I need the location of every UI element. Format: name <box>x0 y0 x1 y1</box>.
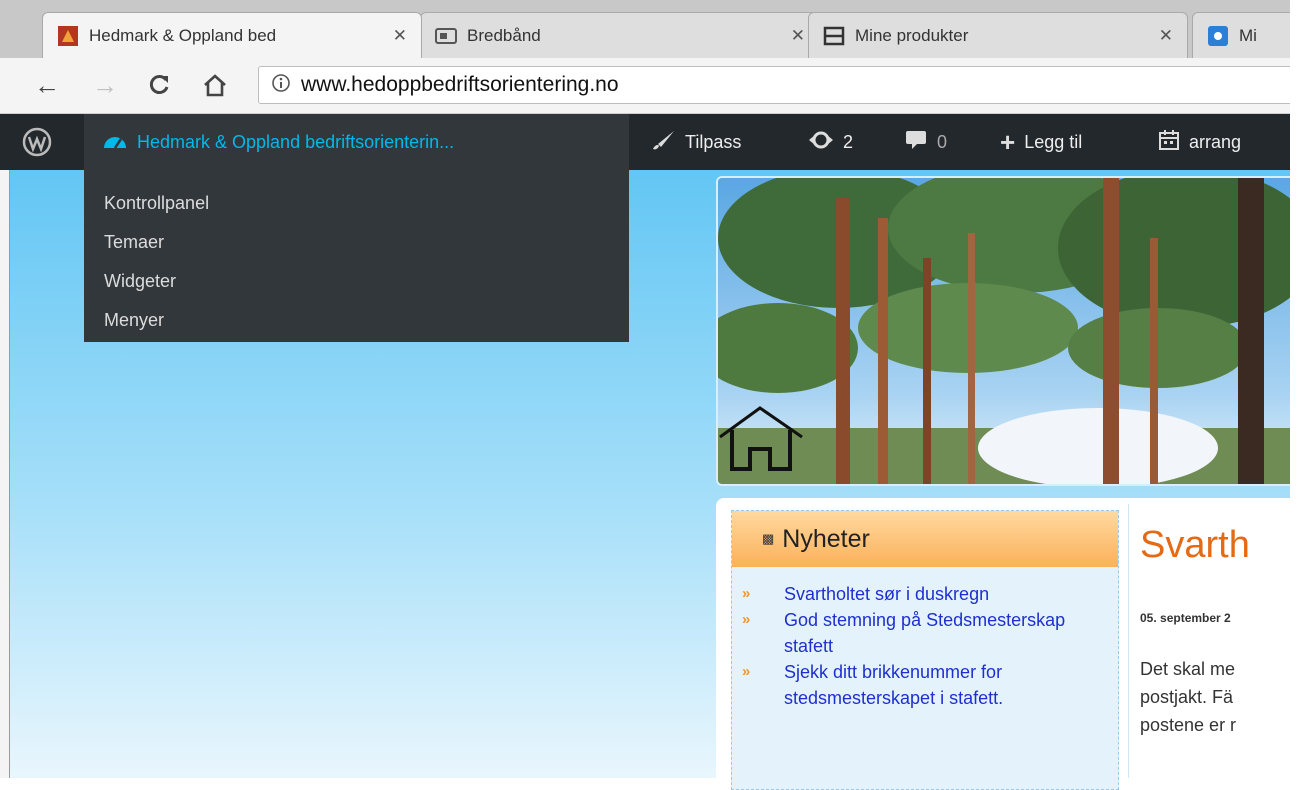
menu-item-widgeter[interactable]: Widgeter <box>84 262 629 301</box>
article-line: postjakt. Fä <box>1140 687 1234 707</box>
menu-item-temaer[interactable]: Temaer <box>84 223 629 262</box>
tab-mi[interactable]: Mi <box>1192 12 1300 58</box>
news-item[interactable]: » God stemning på Stedsmesterskap stafett <box>740 607 1110 659</box>
forward-arrow-icon[interactable]: → <box>88 68 122 102</box>
address-bar[interactable]: www.hedoppbedriftsorientering.no <box>258 66 1300 104</box>
news-header: ▩ Nyheter <box>732 511 1118 567</box>
reload-icon[interactable] <box>142 68 176 102</box>
wordpress-logo-icon[interactable] <box>22 114 52 170</box>
tab-label: Bredbånd <box>467 25 541 45</box>
arrow-bullet-icon: » <box>742 585 751 602</box>
news-link[interactable]: God stemning på Stedsmesterskap stafett <box>784 610 1065 656</box>
news-link[interactable]: Svartholtet sør i duskregn <box>784 584 989 604</box>
news-widget: ▩ Nyheter » Svartholtet sør i duskregn » G… <box>731 510 1119 790</box>
arrow-bullet-icon: » <box>742 611 751 628</box>
window-edge <box>0 170 10 778</box>
browser-toolbar: ← → www.hedoppbedriftsorientering.no <box>0 58 1300 114</box>
close-tab-icon[interactable]: ✕ <box>1159 26 1173 46</box>
site-dropdown-menu: Kontrollpanel Temaer Widgeter Menyer <box>84 170 629 342</box>
dashboard-gauge-icon <box>102 130 128 155</box>
router-icon <box>435 25 457 47</box>
close-tab-icon[interactable]: ✕ <box>393 26 407 46</box>
url-text: www.hedoppbedriftsorientering.no <box>301 73 619 96</box>
tab-label: Hedmark & Oppland bed <box>89 25 277 45</box>
news-heading: Nyheter <box>782 524 870 553</box>
wp-admin-bar: Hedmark & Oppland bedriftsorienterin... … <box>0 114 1300 170</box>
menu-item-menyer[interactable]: Menyer <box>84 301 629 340</box>
arrow-bullet-icon: » <box>742 663 751 680</box>
back-arrow-icon[interactable]: ← <box>30 68 64 102</box>
updates-count: 2 <box>843 131 854 152</box>
site-favicon-icon <box>57 25 79 47</box>
home-icon[interactable] <box>198 68 232 102</box>
news-item[interactable]: » Sjekk ditt brikkenummer for stedsmester… <box>740 659 1110 711</box>
news-list: » Svartholtet sør i duskregn » God stemnin… <box>740 581 1110 711</box>
new-content-link[interactable]: + Legg til <box>1000 114 1082 170</box>
events-link[interactable]: arrang <box>1158 114 1241 170</box>
article-line: postene er r <box>1140 715 1237 735</box>
menu-item-kontrollpanel[interactable]: Kontrollpanel <box>84 184 629 223</box>
home-house-icon[interactable] <box>718 405 804 480</box>
close-tab-icon[interactable]: ✕ <box>791 26 805 46</box>
rss-icon: ▩ <box>762 531 775 546</box>
comments-count: 0 <box>937 131 948 152</box>
news-link[interactable]: Sjekk ditt brikkenummer for stedsmesters… <box>784 662 1003 708</box>
article-line: Det skal me <box>1140 659 1236 679</box>
tab-label: Mine produkter <box>855 25 969 45</box>
article-date: 05. september 2 <box>1140 611 1231 625</box>
tab-strip: Hedmark & Oppland bed ✕ Bredbånd ✕ Mine … <box>0 0 1300 58</box>
window-right-edge <box>1290 0 1300 778</box>
updates-link[interactable]: 2 <box>808 114 853 170</box>
column-divider <box>1128 504 1129 778</box>
tab-bredband[interactable]: Bredbånd ✕ <box>420 12 820 58</box>
plus-icon: + <box>1000 126 1016 157</box>
article-excerpt: Det skal me postjakt. Fä postene er r <box>1140 655 1300 739</box>
info-icon[interactable] <box>271 73 291 98</box>
tab-hedmark-oppland[interactable]: Hedmark & Oppland bed ✕ <box>42 12 422 58</box>
tab-mine-produkter[interactable]: Mine produkter ✕ <box>808 12 1188 58</box>
product-icon <box>823 25 845 47</box>
article-title[interactable]: Svarth <box>1140 524 1250 567</box>
site-name-menu[interactable]: Hedmark & Oppland bedriftsorienterin... <box>84 114 629 170</box>
comments-link[interactable]: 0 <box>904 114 947 170</box>
customize-label: Tilpass <box>685 131 742 152</box>
calendar-icon <box>1158 129 1180 156</box>
events-label: arrang <box>1189 131 1242 152</box>
brush-icon <box>650 129 676 156</box>
customize-link[interactable]: Tilpass <box>650 114 741 170</box>
site-name-label: Hedmark & Oppland bedriftsorienterin... <box>137 131 455 152</box>
blue-square-icon <box>1207 25 1229 47</box>
news-item[interactable]: » Svartholtet sør i duskregn <box>740 581 1110 607</box>
new-content-label: Legg til <box>1024 131 1083 152</box>
updates-icon <box>808 129 834 156</box>
comment-icon <box>904 129 928 156</box>
